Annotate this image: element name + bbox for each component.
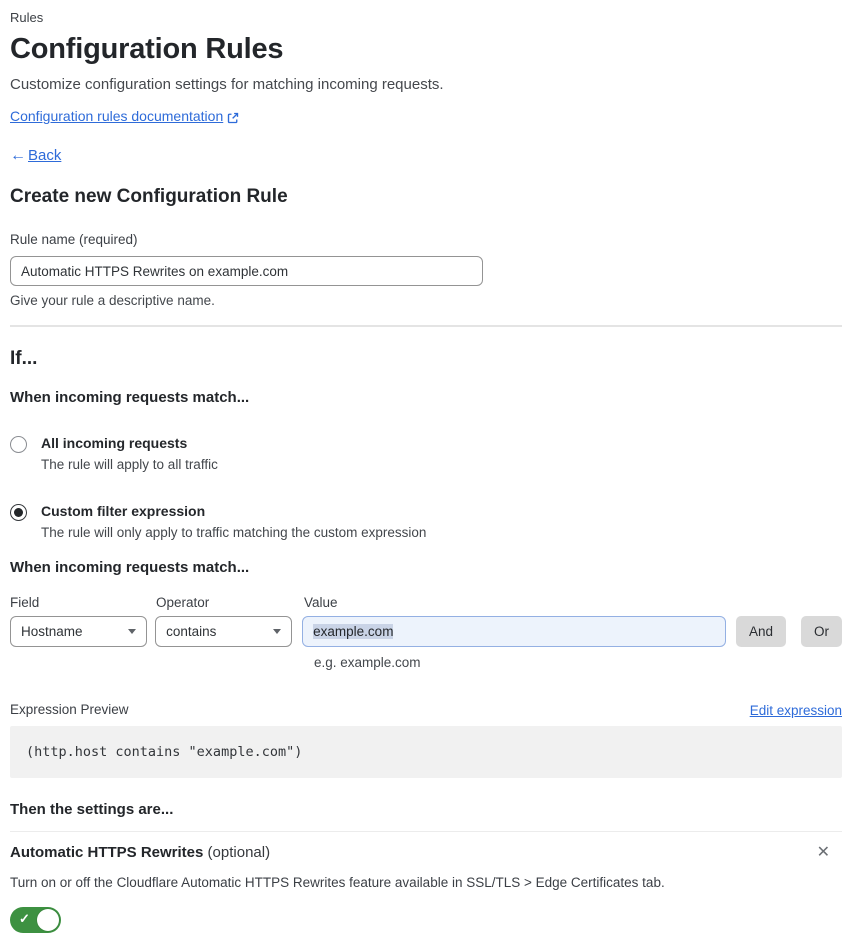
radio-unselected-icon[interactable] [10, 436, 27, 453]
setting-card-automatic-https-rewrites: Automatic HTTPS Rewrites (optional) ✕ Tu… [10, 831, 842, 938]
then-settings-label: Then the settings are... [10, 801, 174, 818]
value-hint: e.g. example.com [314, 655, 421, 670]
operator-select[interactable]: contains [155, 616, 293, 647]
radio-description: The rule will apply to all traffic [41, 457, 218, 472]
page-title: Configuration Rules [10, 33, 284, 65]
operator-select-value: contains [166, 624, 217, 639]
or-button[interactable]: Or [800, 616, 842, 647]
value-label: Value [304, 595, 338, 610]
radio-option-custom-filter[interactable]: Custom filter expression The rule will o… [10, 503, 842, 541]
setting-description: Turn on or off the Cloudflare Automatic … [10, 875, 665, 890]
back-link[interactable]: Back [28, 147, 61, 165]
back-arrow-icon: ← [10, 147, 26, 164]
create-rule-heading: Create new Configuration Rule [10, 186, 288, 207]
toggle-knob [37, 909, 59, 931]
rule-name-input[interactable] [10, 256, 483, 286]
expression-preview-label: Expression Preview [10, 702, 129, 717]
and-button[interactable]: And [735, 616, 786, 647]
edit-expression-link[interactable]: Edit expression [750, 703, 842, 718]
radio-label: Custom filter expression [41, 503, 206, 519]
rule-name-help: Give your rule a descriptive name. [10, 293, 215, 308]
field-select[interactable]: Hostname [10, 616, 148, 647]
external-link-icon [227, 110, 239, 124]
builder-match-label: When incoming requests match... [10, 559, 250, 576]
section-divider [10, 325, 842, 327]
setting-title: Automatic HTTPS Rewrites [10, 844, 204, 861]
configuration-rules-page: Rules Configuration Rules Customize conf… [0, 0, 852, 938]
close-icon[interactable]: ✕ [813, 843, 834, 863]
chevron-down-icon [273, 629, 282, 634]
breadcrumb: Rules [10, 10, 44, 25]
field-select-value: Hostname [21, 624, 83, 639]
field-label: Field [10, 595, 40, 610]
value-input[interactable]: example.com [302, 616, 726, 647]
radio-selected-icon[interactable] [10, 504, 27, 521]
page-subtitle: Customize configuration settings for mat… [10, 76, 444, 93]
setting-optional-tag: (optional) [207, 844, 271, 861]
rule-name-label: Rule name (required) [10, 232, 138, 247]
toggle-check-icon: ✓ [19, 911, 30, 926]
radio-option-all-requests[interactable]: All incoming requests The rule will appl… [10, 435, 842, 473]
automatic-https-rewrites-toggle[interactable]: ✓ [10, 907, 61, 933]
radio-label: All incoming requests [41, 435, 188, 451]
match-label: When incoming requests match... [10, 389, 250, 406]
expression-preview-code: (http.host contains "example.com") [10, 726, 842, 778]
chevron-down-icon [128, 629, 137, 634]
radio-description: The rule will only apply to traffic matc… [41, 525, 427, 540]
documentation-link[interactable]: Configuration rules documentation [10, 107, 223, 125]
if-heading: If... [10, 348, 38, 369]
operator-label: Operator [156, 595, 210, 610]
value-input-text: example.com [313, 624, 394, 639]
